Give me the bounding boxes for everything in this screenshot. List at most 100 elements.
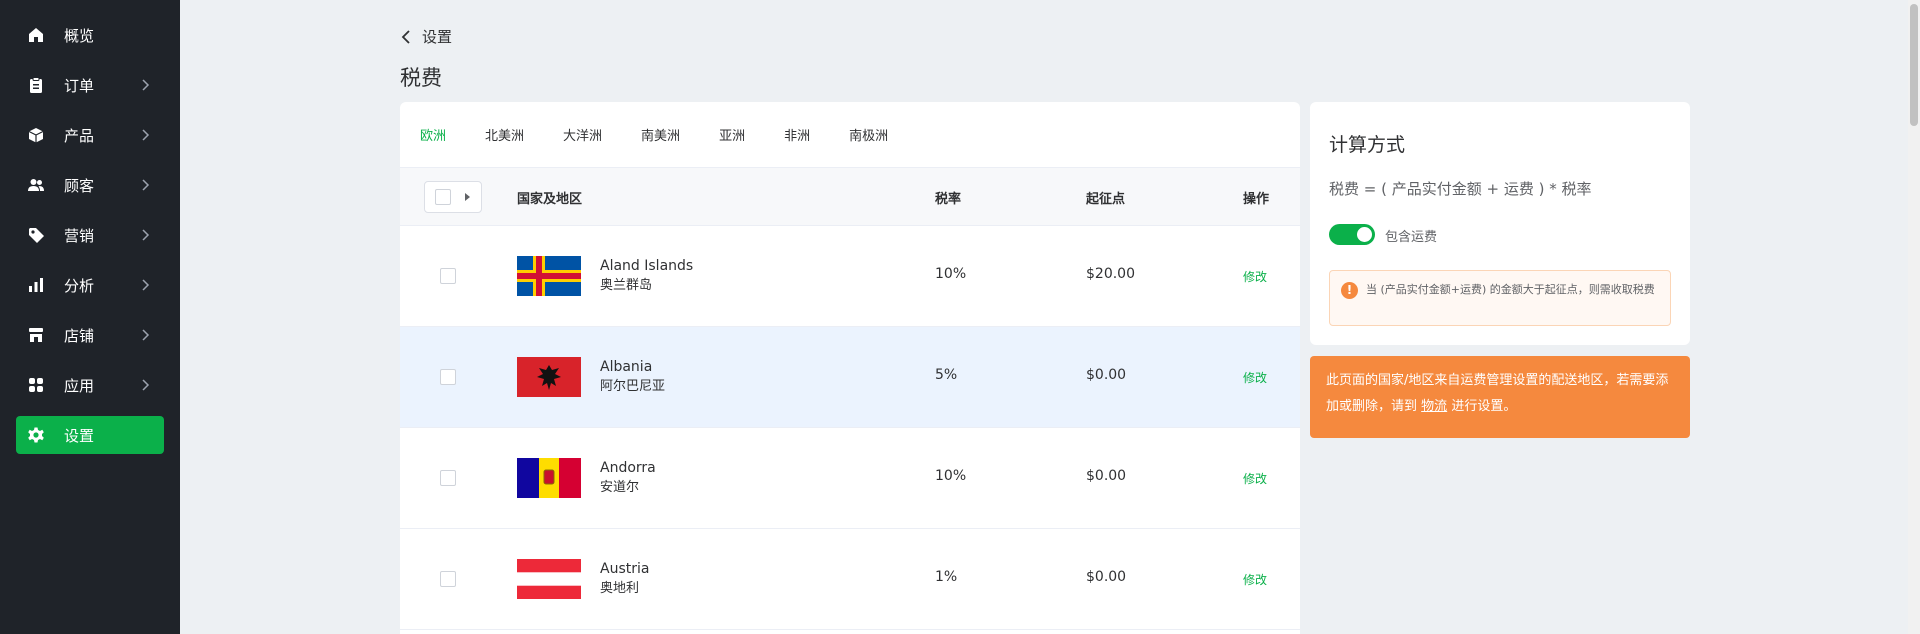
header-threshold: 起征点: [1086, 192, 1126, 207]
aland-flag-icon: [517, 256, 581, 296]
tab-north-america[interactable]: 北美洲: [485, 125, 524, 144]
clipboard-icon: [26, 75, 46, 95]
chevron-right-icon: [142, 179, 150, 191]
edit-button[interactable]: 修改: [1243, 268, 1267, 285]
tax-threshold: $0.00: [1086, 468, 1127, 484]
country-name-en: Austria: [600, 561, 650, 577]
sidebar-item-label: 顾客: [64, 176, 95, 195]
row-checkbox[interactable]: [440, 268, 456, 284]
home-icon: [26, 25, 46, 45]
tag-icon: [26, 225, 46, 245]
sidebar-item-label: 订单: [64, 76, 95, 95]
tab-south-america[interactable]: 南美洲: [641, 125, 680, 144]
sidebar-item-settings[interactable]: 设置: [16, 416, 164, 454]
country-name-zh: 奥兰群岛: [600, 278, 653, 293]
sidebar-item-label: 营销: [64, 226, 95, 245]
sidebar-item-customers[interactable]: 顾客: [16, 166, 164, 204]
tab-asia[interactable]: 亚洲: [719, 125, 745, 144]
back-link[interactable]: 设置: [400, 26, 452, 47]
sidebar-item-overview[interactable]: 概览: [16, 16, 164, 54]
sidebar-item-label: 产品: [64, 126, 95, 145]
sidebar-item-orders[interactable]: 订单: [16, 66, 164, 104]
row-checkbox[interactable]: [440, 470, 456, 486]
toggle-knob: [1357, 227, 1372, 242]
edit-button[interactable]: 修改: [1243, 369, 1267, 386]
table-row: Albania 阿尔巴尼亚 5% $0.00 修改: [400, 327, 1300, 428]
box-icon: [26, 125, 46, 145]
users-icon: [26, 175, 46, 195]
tab-europe[interactable]: 欧洲: [420, 125, 446, 144]
sidebar-item-products[interactable]: 产品: [16, 116, 164, 154]
country-name-en: Aland Islands: [600, 258, 694, 274]
edit-button[interactable]: 修改: [1243, 571, 1267, 588]
select-all-checkbox[interactable]: [435, 189, 451, 205]
chevron-right-icon: [142, 279, 150, 291]
sidebar-item-label: 店铺: [64, 326, 95, 345]
tax-formula: 税费 = ( 产品实付金额 + 运费 ) * 税率: [1329, 180, 1592, 198]
sidebar-item-apps[interactable]: 应用: [16, 366, 164, 404]
threshold-warning: ! 当 (产品实付金额+运费) 的金额大于起征点，则需收取税费: [1329, 270, 1671, 326]
sidebar-item-store[interactable]: 店铺: [16, 316, 164, 354]
include-shipping-toggle[interactable]: [1329, 224, 1375, 245]
country-name-en: Albania: [600, 359, 653, 375]
back-label: 设置: [422, 28, 453, 46]
bulk-select-dropdown[interactable]: [424, 181, 482, 213]
tax-threshold: $0.00: [1086, 367, 1127, 383]
austria-flag-icon: [517, 559, 581, 599]
chevron-right-icon: [142, 129, 150, 141]
warning-text: 当 (产品实付金额+运费) 的金额大于起征点，则需收取税费: [1366, 283, 1655, 296]
toggle-label: 包含运费: [1385, 230, 1438, 245]
sidebar-item-analytics[interactable]: 分析: [16, 266, 164, 304]
row-checkbox[interactable]: [440, 369, 456, 385]
chevron-right-icon: [142, 229, 150, 241]
edit-button[interactable]: 修改: [1243, 470, 1267, 487]
tax-threshold: $0.00: [1086, 569, 1127, 585]
exclamation-icon: !: [1341, 282, 1358, 299]
region-tabs: 欧洲 北美洲 大洋洲 南美洲 亚洲 非洲 南极洲: [400, 102, 1300, 168]
region-source-notice: 此页面的国家/地区来自运费管理设置的配送地区，若需要添加或删除，请到 物流 进行…: [1310, 356, 1690, 438]
country-name-zh: 阿尔巴尼亚: [600, 379, 666, 394]
albania-flag-icon: [517, 357, 581, 397]
caret-right-icon: [465, 193, 470, 201]
sidebar-item-label: 设置: [64, 426, 95, 445]
country-name-zh: 奥地利: [600, 581, 640, 596]
sidebar-item-label: 分析: [64, 276, 95, 295]
calc-title: 计算方式: [1329, 134, 1406, 156]
tax-table-card: 欧洲 北美洲 大洋洲 南美洲 亚洲 非洲 南极洲 国家及地区 税率 起征点 操作…: [400, 102, 1300, 634]
table-row: Aland Islands 奥兰群岛 10% $20.00 修改: [400, 226, 1300, 327]
country-name-en: Andorra: [600, 460, 656, 476]
bar-chart-icon: [26, 275, 46, 295]
tab-antarctica[interactable]: 南极洲: [849, 125, 888, 144]
sidebar-item-marketing[interactable]: 营销: [16, 216, 164, 254]
row-checkbox[interactable]: [440, 571, 456, 587]
page-scrollbar: [1908, 0, 1920, 634]
table-header: 国家及地区 税率 起征点 操作: [400, 168, 1300, 226]
sidebar: 概览 订单 产品 顾客 营销 分析 店铺 应用 设置: [0, 0, 180, 634]
chevron-right-icon: [142, 329, 150, 341]
sidebar-item-label: 应用: [64, 376, 95, 395]
tax-rate: 1%: [935, 569, 958, 585]
tab-oceania[interactable]: 大洋洲: [563, 125, 602, 144]
scrollbar-thumb[interactable]: [1910, 4, 1918, 126]
table-row: Andorra 安道尔 10% $0.00 修改: [400, 428, 1300, 529]
tax-rate: 10%: [935, 468, 967, 484]
tab-africa[interactable]: 非洲: [784, 125, 810, 144]
store-icon: [26, 325, 46, 345]
chevron-right-icon: [142, 79, 150, 91]
tax-rate: 5%: [935, 367, 958, 383]
page-title: 税费: [400, 66, 442, 90]
header-rate: 税率: [935, 192, 962, 207]
chevron-left-icon: [401, 29, 410, 44]
sidebar-item-label: 概览: [64, 26, 95, 45]
apps-icon: [26, 375, 46, 395]
chevron-right-icon: [142, 379, 150, 391]
notice-text-end: 进行设置。: [1451, 399, 1517, 414]
header-country: 国家及地区: [517, 192, 583, 207]
calculation-method-card: 计算方式 税费 = ( 产品实付金额 + 运费 ) * 税率 包含运费 ! 当 …: [1310, 102, 1690, 345]
andorra-flag-icon: [517, 458, 581, 498]
country-name-zh: 安道尔: [600, 480, 640, 495]
table-row: Austria 奥地利 1% $0.00 修改: [400, 529, 1300, 630]
logistics-link[interactable]: 物流: [1421, 399, 1447, 414]
tax-threshold: $20.00: [1086, 266, 1135, 282]
header-action: 操作: [1243, 192, 1270, 207]
